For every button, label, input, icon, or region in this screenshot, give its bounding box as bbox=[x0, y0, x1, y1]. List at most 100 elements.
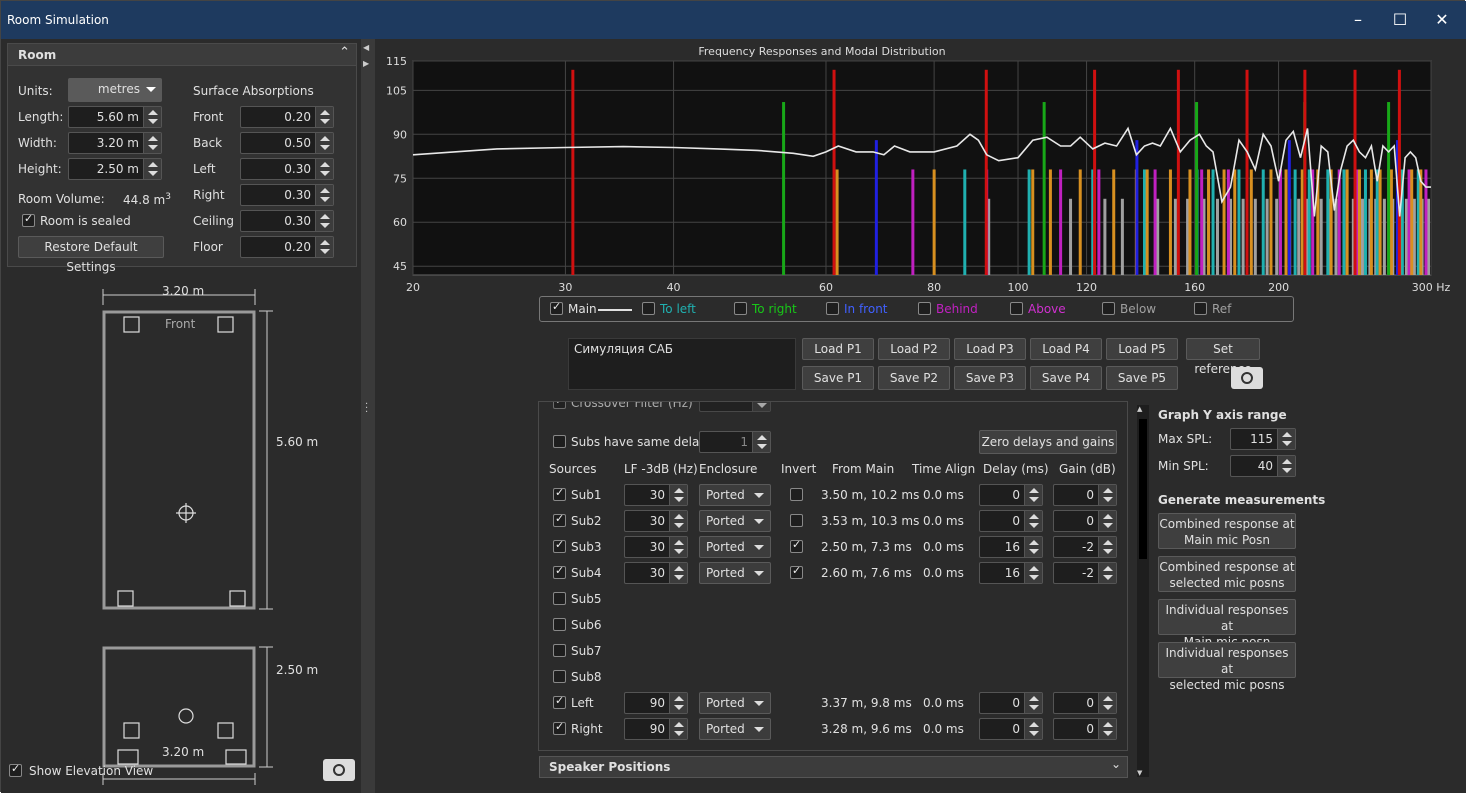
arrow-right-icon[interactable]: ▶ bbox=[363, 59, 369, 68]
spin-arrows-icon[interactable] bbox=[1024, 485, 1042, 505]
spin-arrows-icon[interactable] bbox=[1024, 719, 1042, 739]
surface-stepper[interactable]: 0.30 bbox=[240, 158, 334, 180]
max-spl-stepper[interactable]: 115 bbox=[1230, 428, 1296, 450]
legend-checkbox[interactable] bbox=[550, 300, 563, 315]
save-preset-button[interactable]: Save P2 bbox=[878, 366, 950, 390]
source-enable-checkbox[interactable] bbox=[553, 720, 566, 735]
save-preset-button[interactable]: Save P1 bbox=[802, 366, 874, 390]
lf-stepper[interactable]: 90 bbox=[624, 718, 688, 740]
source-enable-checkbox[interactable] bbox=[553, 592, 566, 605]
spin-arrows-icon[interactable] bbox=[315, 211, 333, 231]
surface-stepper[interactable]: 0.30 bbox=[240, 210, 334, 232]
crossover-checkbox[interactable] bbox=[553, 402, 566, 409]
spin-arrows-icon[interactable] bbox=[1024, 693, 1042, 713]
lf-stepper[interactable]: 30 bbox=[624, 536, 688, 558]
room-sealed-checkbox[interactable] bbox=[22, 212, 35, 227]
same-delay-checkbox[interactable] bbox=[553, 435, 566, 448]
spin-arrows-icon[interactable] bbox=[1098, 693, 1116, 713]
scrollbar-thumb[interactable] bbox=[1139, 419, 1147, 559]
load-preset-button[interactable]: Load P4 bbox=[1030, 338, 1102, 360]
gain-stepper[interactable]: 0 bbox=[1053, 718, 1117, 740]
delay-stepper[interactable]: 0 bbox=[979, 484, 1043, 506]
legend-checkbox[interactable] bbox=[1010, 302, 1023, 315]
surface-stepper[interactable]: 0.30 bbox=[240, 184, 334, 206]
grip-icon[interactable]: · · · bbox=[365, 400, 368, 418]
spin-arrows-icon[interactable] bbox=[143, 133, 161, 153]
source-enable-checkbox[interactable] bbox=[553, 486, 566, 501]
spin-arrows-icon[interactable] bbox=[669, 485, 687, 505]
spin-arrows-icon[interactable] bbox=[669, 693, 687, 713]
legend-checkbox[interactable] bbox=[642, 302, 655, 315]
room-header[interactable]: Room ⌃ bbox=[8, 44, 356, 66]
enclosure-combo[interactable]: Ported bbox=[699, 562, 771, 584]
surface-stepper[interactable]: 0.50 bbox=[240, 132, 334, 154]
width-stepper[interactable]: 3.20 m bbox=[68, 132, 162, 154]
set-reference-button[interactable]: Set reference bbox=[1186, 338, 1260, 376]
lf-stepper[interactable]: 90 bbox=[624, 692, 688, 714]
splitter-handle[interactable]: ◀ ▶ · · · bbox=[361, 39, 375, 793]
spin-arrows-icon[interactable] bbox=[1098, 511, 1116, 531]
spin-arrows-icon[interactable] bbox=[315, 185, 333, 205]
delay-stepper[interactable]: 0 bbox=[979, 718, 1043, 740]
surface-stepper[interactable]: 0.20 bbox=[240, 106, 334, 128]
generate-measurement-button[interactable]: Individual responses at selected mic posn… bbox=[1158, 642, 1296, 692]
spin-arrows-icon[interactable] bbox=[1098, 537, 1116, 557]
generate-measurement-button[interactable]: Combined response at selected mic posns bbox=[1158, 556, 1296, 592]
source-enable-checkbox[interactable] bbox=[553, 694, 566, 709]
generate-measurement-button[interactable]: Individual responses atMain mic posn bbox=[1158, 599, 1296, 649]
lf-stepper[interactable]: 30 bbox=[624, 562, 688, 584]
gain-stepper[interactable]: 0 bbox=[1053, 484, 1117, 506]
enclosure-combo[interactable]: Ported bbox=[699, 536, 771, 558]
min-spl-stepper[interactable]: 40 bbox=[1230, 455, 1296, 477]
arrow-left-icon[interactable]: ◀ bbox=[363, 43, 369, 52]
spin-arrows-icon[interactable] bbox=[315, 237, 333, 257]
delay-stepper[interactable]: 0 bbox=[979, 692, 1043, 714]
spin-arrows-icon[interactable] bbox=[669, 537, 687, 557]
surface-stepper[interactable]: 0.20 bbox=[240, 236, 334, 258]
save-preset-button[interactable]: Save P3 bbox=[954, 366, 1026, 390]
load-preset-button[interactable]: Load P2 bbox=[878, 338, 950, 360]
legend-checkbox[interactable] bbox=[826, 302, 839, 315]
spin-arrows-icon[interactable] bbox=[1024, 537, 1042, 557]
generate-measurement-button[interactable]: Combined response at Main mic Posn bbox=[1158, 513, 1296, 549]
legend-checkbox[interactable] bbox=[734, 302, 747, 315]
length-stepper[interactable]: 5.60 m bbox=[68, 106, 162, 128]
lf-stepper[interactable]: 30 bbox=[624, 484, 688, 506]
invert-checkbox[interactable] bbox=[790, 514, 803, 527]
spin-arrows-icon[interactable] bbox=[315, 107, 333, 127]
gain-stepper[interactable]: -2 bbox=[1053, 562, 1117, 584]
spin-arrows-icon[interactable] bbox=[1024, 563, 1042, 583]
load-preset-button[interactable]: Load P5 bbox=[1106, 338, 1178, 360]
enclosure-combo[interactable]: Ported bbox=[699, 718, 771, 740]
collapse-icon[interactable]: ⌃ bbox=[339, 45, 350, 60]
spin-arrows-icon[interactable] bbox=[752, 432, 770, 452]
gain-stepper[interactable]: 0 bbox=[1053, 510, 1117, 532]
spin-arrows-icon[interactable] bbox=[315, 133, 333, 153]
minimize-button[interactable]: – bbox=[1343, 9, 1373, 31]
save-preset-button[interactable]: Save P4 bbox=[1030, 366, 1102, 390]
restore-defaults-button[interactable]: Restore Default Settings bbox=[18, 236, 164, 274]
invert-checkbox[interactable] bbox=[790, 564, 803, 579]
spin-arrows-icon[interactable] bbox=[669, 563, 687, 583]
camera-icon[interactable] bbox=[1231, 367, 1263, 389]
enclosure-combo[interactable]: Ported bbox=[699, 510, 771, 532]
height-stepper[interactable]: 2.50 m bbox=[68, 158, 162, 180]
crossover-stepper[interactable] bbox=[699, 402, 771, 412]
source-enable-checkbox[interactable] bbox=[553, 538, 566, 553]
lf-stepper[interactable]: 30 bbox=[624, 510, 688, 532]
delay-stepper[interactable]: 0 bbox=[979, 510, 1043, 532]
source-enable-checkbox[interactable] bbox=[553, 670, 566, 683]
legend-checkbox[interactable] bbox=[918, 302, 931, 315]
zero-delays-button[interactable]: Zero delays and gains bbox=[979, 430, 1117, 454]
units-combo[interactable]: metres bbox=[68, 78, 162, 102]
spin-arrows-icon[interactable] bbox=[143, 107, 161, 127]
scroll-up-icon[interactable]: ▲ bbox=[1137, 405, 1142, 413]
gain-stepper[interactable]: -2 bbox=[1053, 536, 1117, 558]
spin-arrows-icon[interactable] bbox=[1277, 456, 1295, 476]
speaker-positions-header[interactable]: Speaker Positions ⌄ bbox=[539, 756, 1128, 778]
expand-icon[interactable]: ⌄ bbox=[1111, 757, 1121, 771]
scroll-down-icon[interactable]: ▼ bbox=[1137, 769, 1142, 777]
invert-checkbox[interactable] bbox=[790, 488, 803, 501]
load-preset-button[interactable]: Load P1 bbox=[802, 338, 874, 360]
preset-note[interactable]: Симуляция САБ bbox=[568, 338, 796, 390]
